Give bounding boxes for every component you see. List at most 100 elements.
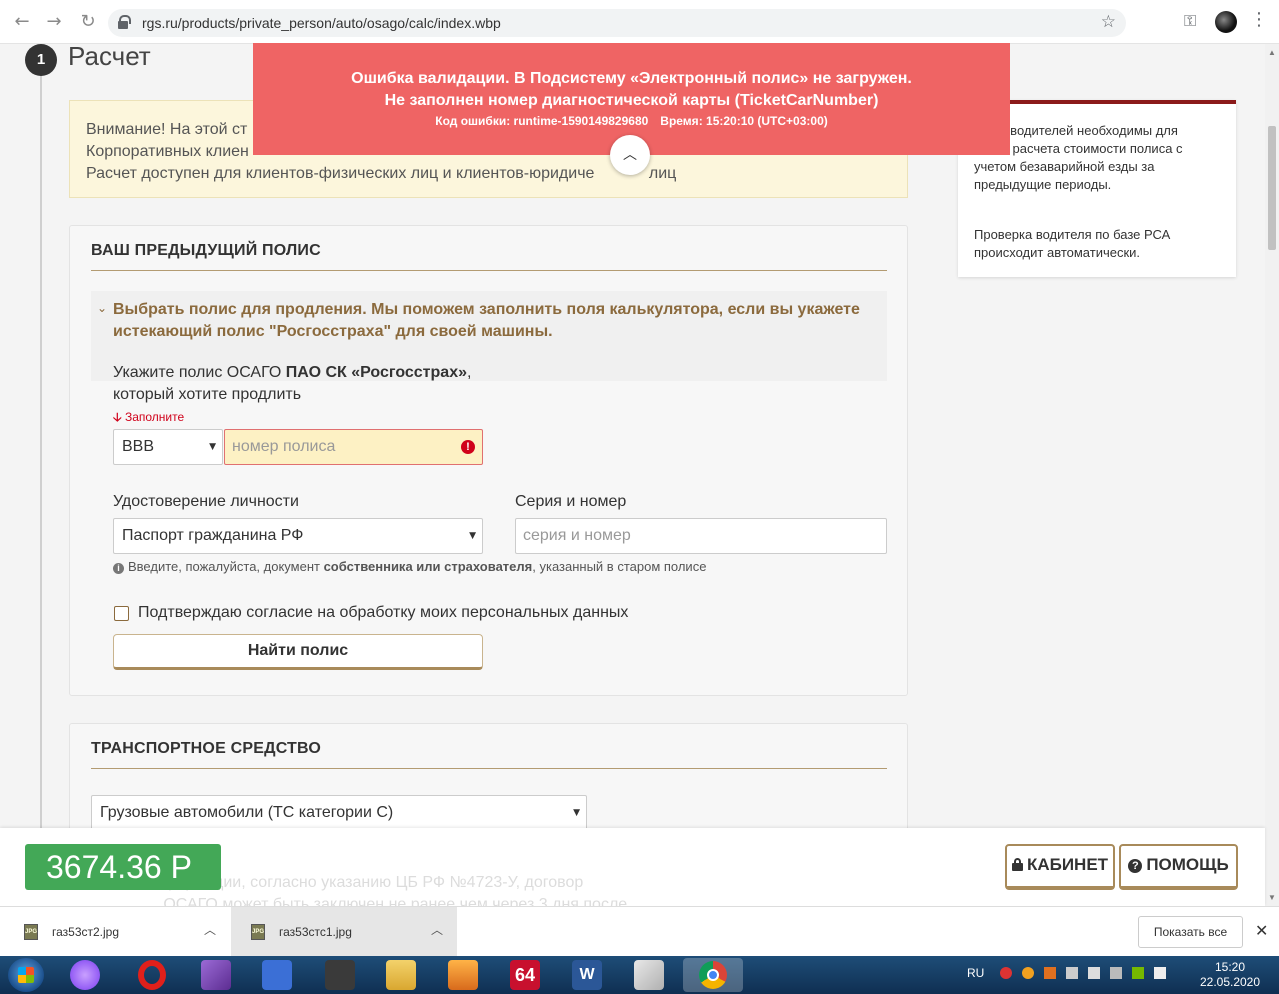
- volume-icon: [1088, 967, 1100, 979]
- caret-down-icon: ▼: [573, 808, 580, 818]
- download-item[interactable]: JPG газ53ст2.jpg ︿: [4, 907, 230, 957]
- tray-icons[interactable]: [1000, 967, 1180, 983]
- forward-icon[interactable]: →: [42, 10, 66, 34]
- clock[interactable]: 15:20 22.05.2020: [1195, 960, 1265, 990]
- jpg-file-icon: JPG: [251, 924, 265, 940]
- previous-policy-panel: ВАШ ПРЕДЫДУЩИЙ ПОЛИС ⌄ Выбрать полис для…: [69, 225, 908, 696]
- help-label: ПОМОЩЬ: [1146, 855, 1229, 874]
- caret-down-icon: ▼: [209, 442, 216, 452]
- side-text-1: ые водителей необходимы для ого расчета …: [990, 122, 1230, 158]
- help-button[interactable]: ? ПОМОЩЬ: [1119, 844, 1238, 890]
- scroll-thumb[interactable]: [1268, 126, 1276, 250]
- alice-icon[interactable]: [70, 960, 100, 990]
- key-icon[interactable]: ⚿: [1184, 11, 1196, 31]
- tray-app-icon: [1000, 967, 1012, 979]
- signal-icon: [1154, 967, 1166, 979]
- required-hint: 🡣 Заполните: [113, 408, 184, 429]
- policy-number-input[interactable]: номер полиса !: [224, 429, 483, 465]
- hint-bold: собственника или страхователя: [323, 559, 533, 574]
- side-text-1c: учетом безаварийной езды за: [974, 159, 1155, 174]
- clock-time: 15:20: [1214, 960, 1246, 974]
- policy-label-a: Укажите полис ОСАГО: [113, 364, 286, 381]
- opera-icon[interactable]: [138, 960, 166, 990]
- error-icon: !: [461, 440, 475, 454]
- side-text-1-cont: учетом безаварийной езды за предыдущие п…: [974, 158, 1224, 194]
- cabinet-button[interactable]: КАБИНЕТ: [1005, 844, 1115, 890]
- cabinet-label: КАБИНЕТ: [1026, 855, 1109, 874]
- chevron-up-icon[interactable]: ︿: [204, 921, 216, 938]
- chevron-up-icon[interactable]: ︿: [610, 135, 650, 175]
- language-indicator[interactable]: RU: [967, 966, 984, 980]
- scroll-up-icon[interactable]: ▲: [1268, 48, 1276, 57]
- arrow-down-icon: 🡣: [113, 410, 122, 424]
- panel-title: ВАШ ПРЕДЫДУЩИЙ ПОЛИС: [91, 242, 321, 259]
- find-policy-button[interactable]: Найти полис: [113, 634, 483, 670]
- side-text-1a: ые водителей необходимы для: [990, 123, 1178, 138]
- id-document-select[interactable]: Паспорт гражданина РФ ▼: [113, 518, 483, 554]
- photo-viewer-icon[interactable]: [448, 960, 478, 990]
- hint-a: Введите, пожалуйста, документ: [128, 559, 324, 574]
- side-text-2b: происходит автоматически.: [974, 245, 1141, 260]
- chevron-up-icon[interactable]: ︿: [431, 921, 443, 938]
- clock-date: 22.05.2020: [1199, 975, 1261, 989]
- error-line-2: Не заполнен номер диагностической карты …: [384, 92, 879, 109]
- error-code: Код ошибки: runtime-1590149829680: [435, 114, 649, 128]
- side-text-2a: Проверка водителя по базе РСА: [974, 227, 1171, 242]
- validation-error-toast: Ошибка валидации. В Подсистему «Электрон…: [253, 43, 1010, 175]
- back-icon[interactable]: ←: [10, 10, 34, 34]
- settings-app-icon[interactable]: [262, 960, 292, 990]
- jpg-file-icon: JPG: [24, 924, 38, 940]
- scroll-down-icon[interactable]: ▼: [1268, 893, 1276, 902]
- vehicle-panel: ТРАНСПОРТНОЕ СРЕДСТВО Грузовые автомобил…: [69, 723, 908, 828]
- start-button[interactable]: [8, 958, 44, 992]
- divider: [91, 768, 887, 769]
- document-hint: i Введите, пожалуйста, документ собственн…: [113, 559, 706, 574]
- notice-line-3-text: Расчет доступен для клиентов-физических …: [86, 165, 595, 182]
- policy-series-value: ВВВ: [122, 438, 155, 455]
- step-number: 1: [25, 44, 57, 76]
- chrome-taskbar-button[interactable]: [683, 958, 743, 992]
- vehicle-type-select[interactable]: Грузовые автомобили (ТС категории С) ▼: [91, 795, 587, 828]
- menu-icon[interactable]: ⋮: [1250, 9, 1268, 30]
- error-meta: Код ошибки: runtime-1590149829680 Время: …: [253, 114, 1010, 128]
- step-title: Расчет: [68, 44, 151, 71]
- required-text: Заполните: [124, 410, 185, 424]
- notice-line-3-end: лиц: [648, 165, 677, 182]
- consent-label[interactable]: Подтверждаю согласие на обработку моих п…: [138, 602, 628, 624]
- divider: [91, 270, 887, 271]
- visual-studio-icon[interactable]: [201, 960, 231, 990]
- address-bar[interactable]: rgs.ru/products/private_person/auto/osag…: [108, 9, 1126, 37]
- download-item[interactable]: JPG газ53стс1.jpg ︿: [231, 907, 457, 957]
- policy-number-placeholder: номер полиса: [232, 438, 336, 455]
- profile-avatar[interactable]: [1215, 11, 1237, 33]
- question-icon: ?: [1128, 859, 1143, 873]
- policy-series-select[interactable]: ВВВ ▼: [113, 429, 223, 465]
- paint-icon[interactable]: [634, 960, 664, 990]
- policy-label-b: ,: [466, 364, 472, 381]
- world-of-tanks-icon[interactable]: [325, 960, 355, 990]
- aida64-icon[interactable]: 64: [510, 960, 540, 990]
- download-filename: газ53стс1.jpg: [279, 925, 352, 939]
- show-all-button[interactable]: Показать все: [1138, 916, 1243, 948]
- page-scrollbar[interactable]: ▲ ▼: [1265, 44, 1279, 906]
- caret-down-icon: ▼: [469, 531, 476, 541]
- serial-number-placeholder: серия и номер: [523, 527, 631, 544]
- url-text[interactable]: rgs.ru/products/private_person/auto/osag…: [142, 15, 501, 31]
- windows-taskbar: 64 W RU 15:20 22.05.2020: [0, 956, 1279, 994]
- consent-checkbox[interactable]: [114, 606, 129, 621]
- side-text-1d: предыдущие периоды.: [974, 177, 1112, 192]
- serial-label: Серия и номер: [515, 493, 627, 510]
- nvidia-icon: [1132, 967, 1144, 979]
- step-line: [40, 74, 42, 828]
- word-icon[interactable]: W: [572, 960, 602, 990]
- expander-text[interactable]: Выбрать полис для продления. Мы поможем …: [113, 299, 883, 343]
- info-icon: i: [113, 563, 124, 574]
- close-icon[interactable]: ✕: [1255, 921, 1268, 940]
- policy-label-company: ПАО СК «Росгосстрах»: [285, 364, 467, 381]
- serial-number-input[interactable]: серия и номер: [515, 518, 887, 554]
- file-explorer-icon[interactable]: [386, 960, 416, 990]
- id-label: Удостоверение личности: [113, 493, 299, 510]
- bookmark-star-icon[interactable]: ☆: [1101, 12, 1116, 32]
- side-text-1b: ого расчета стоимости полиса с: [990, 141, 1183, 156]
- reload-icon[interactable]: ↻: [76, 10, 100, 34]
